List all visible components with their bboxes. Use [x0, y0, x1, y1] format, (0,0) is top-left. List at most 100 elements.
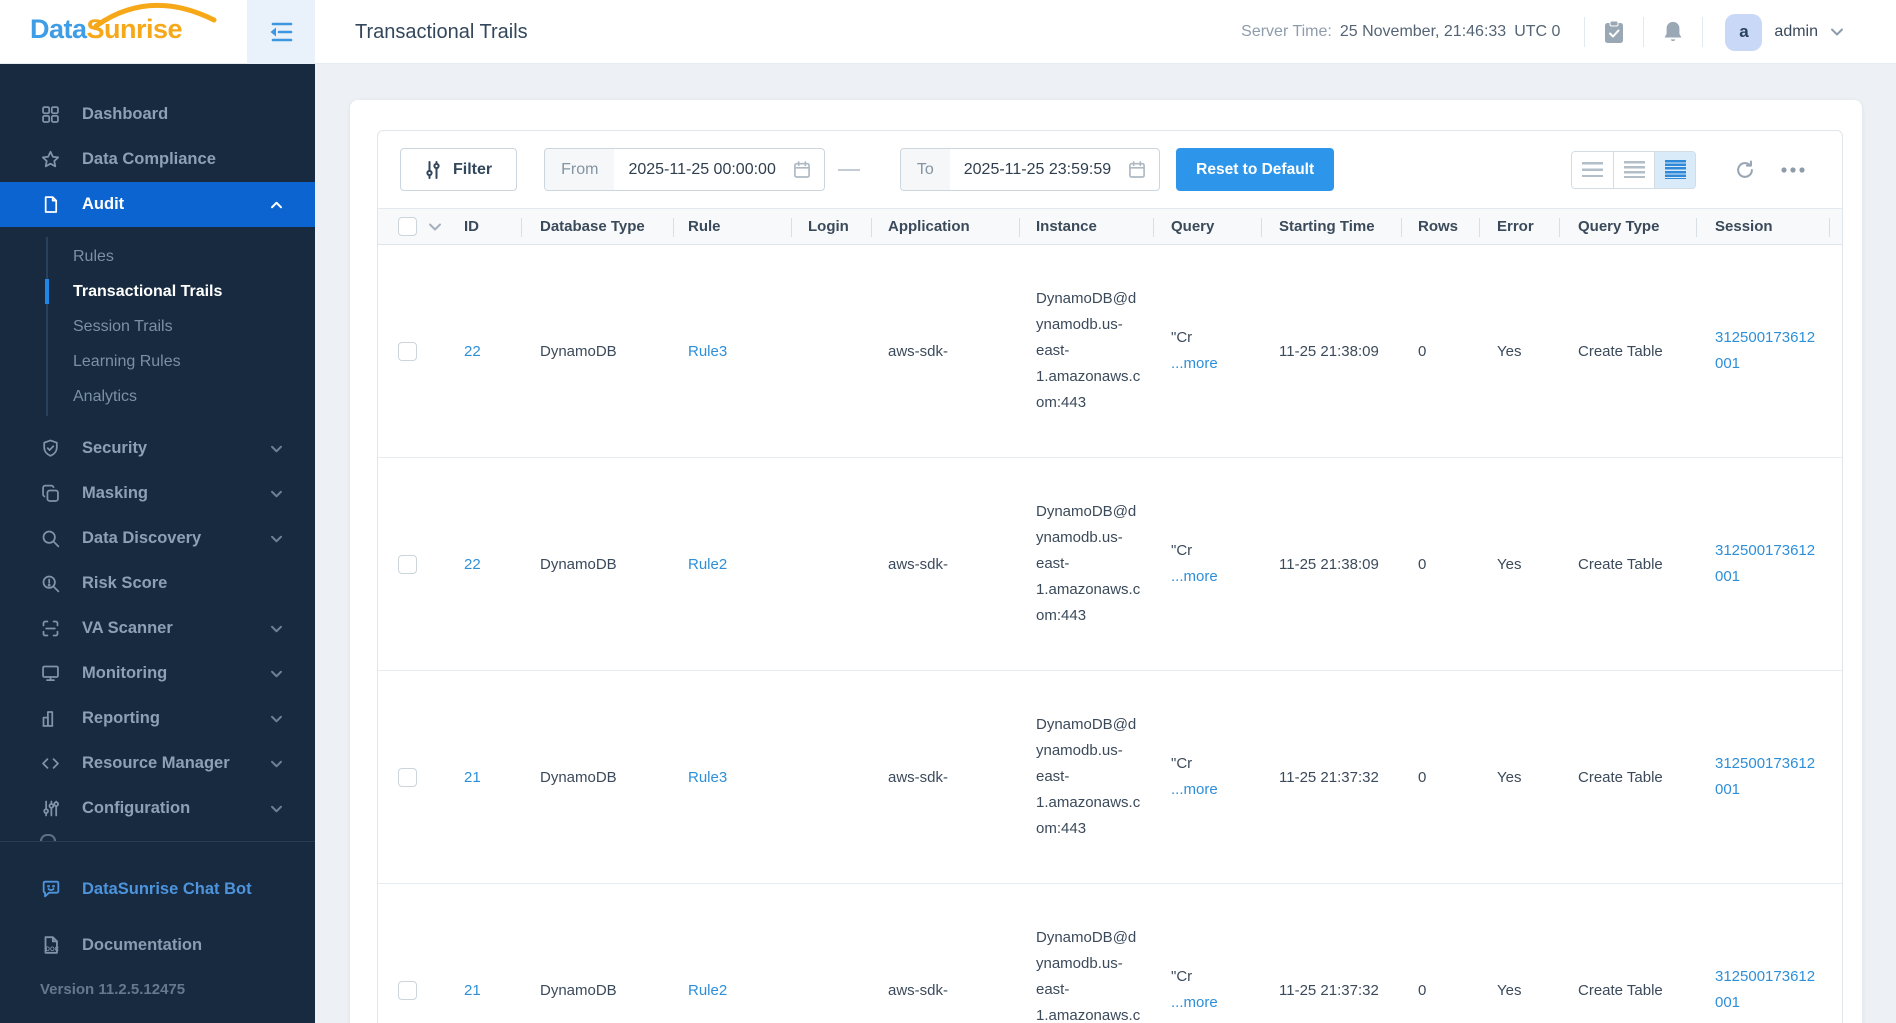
- session-link[interactable]: 312500173612 001: [1715, 751, 1815, 803]
- query-type-cell: Create Table: [1578, 555, 1663, 573]
- sidebar-item-va-scanner[interactable]: VA Scanner: [0, 606, 315, 651]
- submenu-item-label: Learning Rules: [73, 352, 181, 370]
- rows-cell: 0: [1418, 981, 1427, 999]
- id-link[interactable]: 21: [464, 982, 481, 999]
- rows-cell: 0: [1418, 342, 1427, 360]
- masking-icon: [40, 483, 62, 505]
- column-header-rule[interactable]: Rule: [688, 209, 788, 244]
- filter-sliders-icon: [425, 160, 441, 180]
- datasunrise-logo[interactable]: DataSunrise: [30, 2, 217, 45]
- sidebar-item-transactional-trails[interactable]: Transactional Trails: [0, 274, 315, 309]
- starting-time-cell: 11-25 21:38:09: [1279, 342, 1379, 360]
- column-header-application[interactable]: Application: [888, 209, 1020, 244]
- column-header-database-type[interactable]: Database Type: [540, 209, 670, 244]
- column-header-login[interactable]: Login: [808, 209, 870, 244]
- refresh-button[interactable]: [1734, 159, 1756, 181]
- query-more-link[interactable]: ...more: [1171, 564, 1218, 590]
- sidebar-item-security[interactable]: Security: [0, 426, 315, 471]
- sidebar-item-monitoring[interactable]: Monitoring: [0, 651, 315, 696]
- density-medium-button[interactable]: [1613, 151, 1654, 188]
- trails-panel: Filter From 2025-11-25 00:00:00 To 2025-…: [377, 130, 1843, 1023]
- column-header-session[interactable]: Session: [1715, 209, 1823, 244]
- session-link[interactable]: 312500173612 001: [1715, 325, 1815, 377]
- column-header-starting-time[interactable]: Starting Time: [1279, 209, 1403, 244]
- monitor-icon: [40, 663, 62, 685]
- starting-time-cell: 11-25 21:38:09: [1279, 555, 1379, 573]
- reset-to-default-button[interactable]: Reset to Default: [1176, 148, 1335, 191]
- sidebar-item-data-discovery[interactable]: Data Discovery: [0, 516, 315, 561]
- column-header-rows[interactable]: Rows: [1418, 209, 1480, 244]
- application-cell: aws-sdk-: [888, 768, 949, 786]
- rule-link[interactable]: Rule2: [688, 982, 727, 999]
- more-actions-button[interactable]: [1780, 166, 1806, 174]
- sidebar-item-configuration[interactable]: Configuration: [0, 786, 315, 831]
- selection-menu-chevron-icon[interactable]: [428, 222, 442, 232]
- sidebar-item-analytics[interactable]: Analytics: [0, 379, 315, 414]
- server-time: Server Time: 25 November, 21:46:33 UTC 0: [1241, 23, 1560, 41]
- calendar-icon[interactable]: [1125, 149, 1159, 190]
- rule-link[interactable]: Rule3: [688, 769, 727, 786]
- instance-cell: DynamoDB@d ynamodb.us- east- 1.amazonaws…: [1036, 716, 1141, 837]
- id-link[interactable]: 21: [464, 769, 481, 786]
- sidebar-item-session-trails[interactable]: Session Trails: [0, 309, 315, 344]
- density-loose-button[interactable]: [1572, 151, 1613, 188]
- sidebar-nav: Dashboard Data Compliance Audit Rules Tr…: [0, 64, 315, 841]
- column-header-query-type[interactable]: Query Type: [1578, 209, 1698, 244]
- column-header-query[interactable]: Query: [1171, 209, 1263, 244]
- column-separator: [1829, 218, 1830, 237]
- calendar-icon[interactable]: [790, 149, 824, 190]
- row-checkbox[interactable]: [398, 554, 417, 574]
- rule-link[interactable]: Rule2: [688, 556, 727, 573]
- login-cell: [808, 671, 870, 883]
- date-from-input[interactable]: 2025-11-25 00:00:00: [614, 149, 789, 190]
- clipboard-check-icon: [1603, 20, 1625, 44]
- sidebar-item-documentation[interactable]: DOC Documentation: [0, 917, 315, 973]
- notifications-button[interactable]: [1644, 0, 1702, 64]
- id-link[interactable]: 22: [464, 343, 481, 360]
- sidebar-item-chatbot[interactable]: DataSunrise Chat Bot: [0, 861, 315, 917]
- query-more-link[interactable]: ...more: [1171, 351, 1218, 377]
- documentation-label: Documentation: [82, 935, 203, 954]
- application-cell: aws-sdk-: [888, 555, 949, 573]
- row-checkbox[interactable]: [398, 980, 417, 1000]
- id-link[interactable]: 22: [464, 556, 481, 573]
- rule-link[interactable]: Rule3: [688, 343, 727, 360]
- row-checkbox[interactable]: [398, 767, 417, 787]
- submenu-item-label: Session Trails: [73, 317, 173, 335]
- column-separator: [1019, 218, 1020, 237]
- sidebar-collapse-button[interactable]: [247, 0, 315, 64]
- table-header-row: ID Database Type Rule Login Application …: [378, 208, 1842, 245]
- sidebar-item-resource-manager[interactable]: Resource Manager: [0, 741, 315, 786]
- column-header-error[interactable]: Error: [1497, 209, 1561, 244]
- to-label: To: [900, 149, 950, 190]
- sidebar-item-rules[interactable]: Rules: [0, 239, 315, 274]
- sidebar: Dashboard Data Compliance Audit Rules Tr…: [0, 64, 315, 1023]
- bar-chart-icon: [40, 708, 62, 730]
- sidebar-item-dashboard[interactable]: Dashboard: [0, 92, 315, 137]
- session-link[interactable]: 312500173612 001: [1715, 538, 1815, 590]
- date-to-input[interactable]: 2025-11-25 23:59:59: [950, 149, 1125, 190]
- tasks-button[interactable]: [1585, 0, 1643, 64]
- column-header-id[interactable]: ID: [464, 209, 524, 244]
- session-link[interactable]: 312500173612 001: [1715, 964, 1815, 1016]
- density-dense-button[interactable]: [1654, 151, 1695, 188]
- sidebar-item-masking[interactable]: Masking: [0, 471, 315, 516]
- query-more-link[interactable]: ...more: [1171, 777, 1218, 803]
- select-all-checkbox[interactable]: [398, 217, 417, 236]
- column-header-instance[interactable]: Instance: [1036, 209, 1156, 244]
- date-from-group: From 2025-11-25 00:00:00: [544, 148, 825, 191]
- submenu-item-label: Transactional Trails: [73, 282, 223, 300]
- filter-button[interactable]: Filter: [400, 148, 518, 191]
- sidebar-item-data-compliance[interactable]: Data Compliance: [0, 137, 315, 182]
- documentation-icon: DOC: [40, 934, 62, 956]
- row-density-toggle: [1571, 150, 1696, 189]
- sidebar-item-audit[interactable]: Audit: [0, 182, 315, 227]
- sidebar-item-reporting[interactable]: Reporting: [0, 696, 315, 741]
- sidebar-item-risk-score[interactable]: Risk Score: [0, 561, 315, 606]
- query-more-link[interactable]: ...more: [1171, 990, 1218, 1016]
- chevron-down-icon: [270, 804, 283, 813]
- row-checkbox[interactable]: [398, 341, 417, 361]
- user-menu[interactable]: a admin: [1725, 13, 1844, 51]
- sidebar-item-learning-rules[interactable]: Learning Rules: [0, 344, 315, 379]
- date-range-dash: [837, 168, 860, 171]
